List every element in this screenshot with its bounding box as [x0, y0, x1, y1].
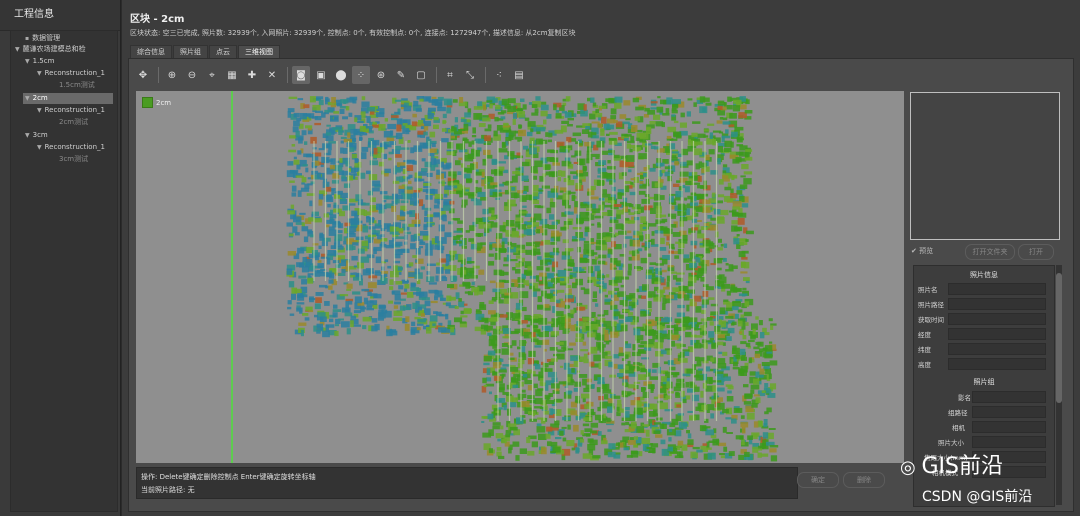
tree-item-test[interactable]: 3cm测试 [59, 154, 88, 165]
photo-group-title: 照片组 [973, 378, 995, 386]
project-tree: ▪ 数据管理 ▼ 麓谦农场建模总和检 ▼ 1.5cm ▼ Reconstruction_… [10, 30, 118, 512]
chevron-down-icon: ▼ [37, 70, 42, 77]
point-cloud-render[interactable] [136, 91, 904, 463]
legend-label: 2cm [156, 98, 172, 107]
photo-path-field[interactable] [948, 298, 1046, 310]
tab-bar: 综合信息 照片组 点云 三维视图 [130, 45, 281, 60]
group-path-field[interactable] [972, 406, 1046, 418]
photo-name-field[interactable] [948, 283, 1046, 295]
crop-icon[interactable]: ⌗ [441, 66, 459, 84]
chevron-down-icon: ▼ [37, 144, 42, 151]
toolbar-divider [485, 67, 486, 83]
photo-name-label: 照片名 [918, 286, 938, 294]
info-scrollbar[interactable] [1056, 265, 1062, 505]
current-photo-path: 当前照片路径: 无 [141, 486, 195, 494]
longitude-field[interactable] [948, 328, 1046, 340]
watermark-brand: ◎ GIS前沿 [900, 454, 1003, 479]
group-name-label: 影名 [958, 394, 971, 402]
open-folder-button[interactable]: 打开文件夹 [965, 244, 1015, 260]
square-icon[interactable]: ▢ [412, 66, 430, 84]
chevron-down-icon: ▼ [25, 95, 30, 102]
photo-preview [910, 92, 1060, 240]
preview-checkbox[interactable]: ✔ 预览 [911, 246, 933, 256]
toolbar-divider [287, 67, 288, 83]
chevron-down-icon: ▼ [25, 132, 30, 139]
camera-add-icon[interactable]: ⊕ [163, 66, 181, 84]
check-icon: ✔ [911, 247, 920, 255]
open-button[interactable]: 打开 [1018, 244, 1054, 260]
tree-item-block-1-5cm[interactable]: ▼ 1.5cm [25, 56, 54, 67]
3d-viewport[interactable]: 2cm [136, 91, 904, 463]
camera-field[interactable] [972, 421, 1046, 433]
tree-item-data-management[interactable]: ▪ 数据管理 [25, 33, 60, 44]
height-label: 高度 [918, 361, 931, 369]
point-add-icon[interactable]: ✚ [243, 66, 261, 84]
camera-remove-icon[interactable]: ⊖ [183, 66, 201, 84]
tree-item-block-3cm[interactable]: ▼ 3cm [25, 130, 48, 141]
project-panel: 工程信息 ▪ 数据管理 ▼ 麓谦农场建模总和检 ▼ 1.5cm ▼ Reconstruc… [0, 0, 121, 516]
photo-info-title: 照片信息 [970, 271, 998, 279]
tree-item-reconstruction[interactable]: ▼ Reconstruction_1 [37, 105, 105, 116]
tree-item-test[interactable]: 1.5cm测试 [59, 80, 95, 91]
view-toolbar: ✥ ⊕ ⊖ ⌖ ▦ ✚ ✕ ◙ ▣ ⬤ ⁘ ⊛ ✎ ▢ ⌗ ⤡ ⁖ ▤ [134, 64, 530, 86]
photo-icon[interactable]: ◙ [292, 66, 310, 84]
watermark-source: CSDN @GIS前沿 [922, 489, 1033, 505]
toolbar-divider [436, 67, 437, 83]
grid-icon[interactable]: ▦ [223, 66, 241, 84]
tree-item-project[interactable]: ▼ 麓谦农场建模总和检 [15, 44, 86, 55]
target-icon[interactable]: ⊛ [372, 66, 390, 84]
camera-label: 相机 [952, 424, 965, 432]
group-name-field[interactable] [972, 391, 1046, 403]
point-cloud [286, 96, 779, 462]
tree-item-test[interactable]: 2cm测试 [59, 117, 88, 128]
3d-view-frame: ✥ ⊕ ⊖ ⌖ ▦ ✚ ✕ ◙ ▣ ⬤ ⁘ ⊛ ✎ ▢ ⌗ ⤡ ⁖ ▤ 2cm … [128, 58, 1074, 512]
chevron-down-icon: ▼ [37, 107, 42, 114]
project-panel-title: 工程信息 [0, 0, 120, 31]
transform-icon[interactable]: ⤡ [461, 66, 479, 84]
chevron-down-icon: ▼ [25, 58, 30, 65]
block-status-text: 区块状态: 空三已完成, 照片数: 32939个, 入网照片: 32939个, … [130, 29, 576, 37]
operation-message: 操作: Delete键确定删除控制点 Enter键确定旋转坐标轴 当前照片路径:… [136, 467, 798, 499]
scrollbar-thumb[interactable] [1056, 273, 1062, 403]
capture-time-field[interactable] [948, 313, 1046, 325]
latitude-field[interactable] [948, 343, 1046, 355]
toolbar-divider [158, 67, 159, 83]
capture-time-label: 获取时间 [918, 316, 944, 324]
edit-icon[interactable]: ✎ [392, 66, 410, 84]
chevron-down-icon: ▼ [15, 46, 20, 53]
location-pin-icon[interactable]: ⬤ [332, 66, 350, 84]
tie-points-icon[interactable]: ⁘ [352, 66, 370, 84]
height-field[interactable] [948, 358, 1046, 370]
axes-icon[interactable]: ✕ [263, 66, 281, 84]
tree-item-reconstruction[interactable]: ▼ Reconstruction_1 [37, 142, 105, 153]
crosshair-icon[interactable]: ⌖ [203, 66, 221, 84]
tree-item-block-2cm[interactable]: ▼ 2cm [23, 93, 113, 104]
layer-legend: 2cm [142, 97, 171, 108]
operation-hint: 操作: Delete键确定删除控制点 Enter键确定旋转坐标轴 [141, 473, 316, 481]
photo-size-label: 照片大小 [938, 439, 964, 447]
pan-icon[interactable]: ✥ [134, 66, 152, 84]
confirm-button[interactable]: 确定 [797, 472, 839, 488]
photo-path-label: 照片路径 [918, 301, 944, 309]
scatter-icon[interactable]: ⁖ [490, 66, 508, 84]
folder-icon: ▪ [25, 35, 30, 42]
wechat-icon: ◎ [900, 457, 922, 478]
main-area: 区块 - 2cm 区块状态: 空三已完成, 照片数: 32939个, 入网照片:… [122, 0, 1080, 516]
page-title: 区块 - 2cm [130, 14, 185, 25]
photo-size-field[interactable] [972, 436, 1046, 448]
latitude-label: 纬度 [918, 346, 931, 354]
picture-icon[interactable]: ▤ [510, 66, 528, 84]
delete-button[interactable]: 删除 [843, 472, 885, 488]
legend-swatch [142, 97, 153, 108]
group-path-label: 组路径 [948, 409, 968, 417]
longitude-label: 经度 [918, 331, 931, 339]
image-frame-icon[interactable]: ▣ [312, 66, 330, 84]
tree-item-reconstruction[interactable]: ▼ Reconstruction_1 [37, 68, 105, 79]
